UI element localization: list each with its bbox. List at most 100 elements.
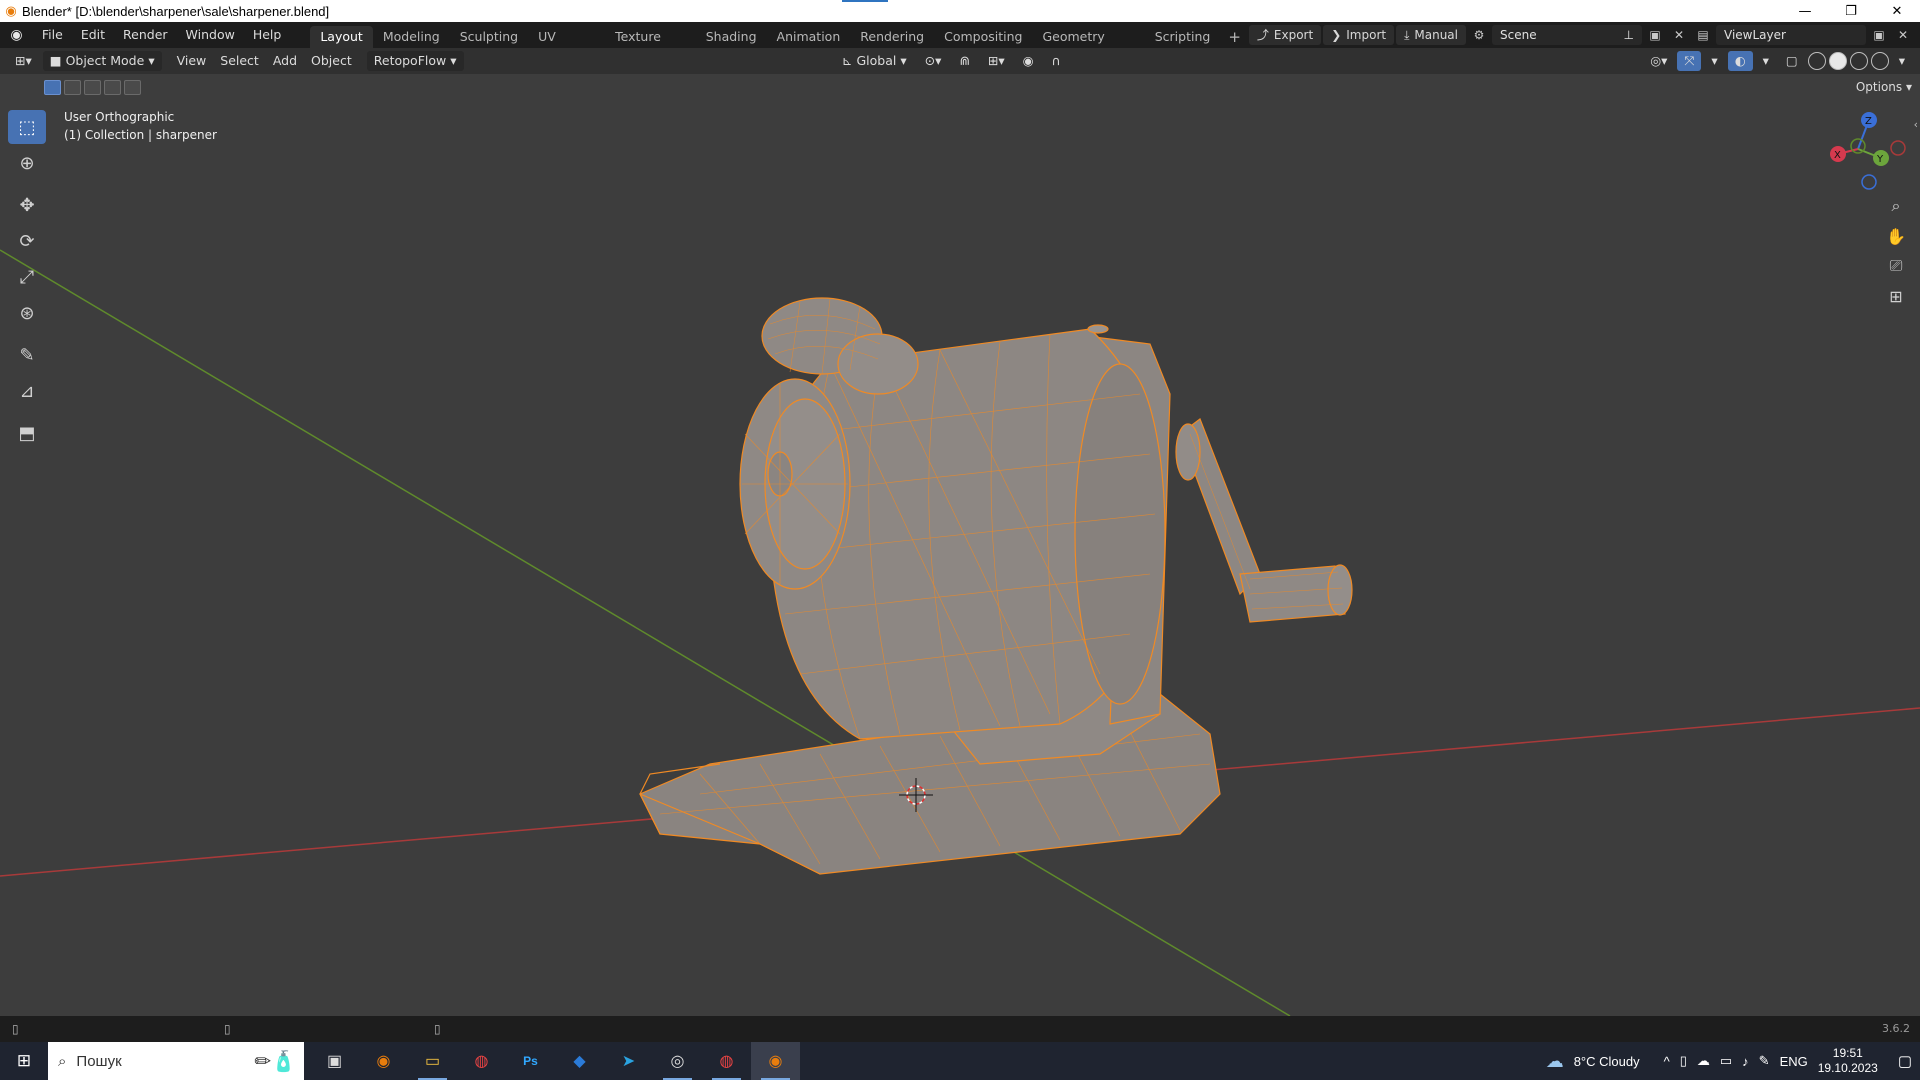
manual-button[interactable]: ⤓ Manual — [1396, 25, 1466, 45]
material-shading-icon[interactable] — [1849, 52, 1868, 70]
pivot-point-icon[interactable]: ⊙▾ — [918, 51, 949, 71]
overlays-toggle-icon[interactable]: ◐ — [1727, 51, 1753, 71]
menu-add[interactable]: Add — [266, 51, 304, 71]
restore-button[interactable]: ❐ — [1828, 0, 1874, 22]
tab-layout[interactable]: Layout — [310, 26, 373, 48]
photoshop-icon[interactable]: Ps — [506, 1042, 555, 1080]
windows-start-icon[interactable]: ⊞ — [0, 1042, 48, 1080]
webcam-app-icon[interactable]: ◎ — [653, 1042, 702, 1080]
cursor-tool-icon[interactable]: ⊕ — [8, 146, 46, 180]
tab-modeling[interactable]: Modeling — [373, 26, 450, 48]
minimize-button[interactable]: — — [1782, 0, 1828, 22]
show-hidden-icons-icon[interactable]: ^ — [1664, 1054, 1670, 1069]
tab-scripting[interactable]: Scripting — [1145, 26, 1221, 48]
menu-object[interactable]: Object — [304, 51, 359, 71]
import-button[interactable]: ❯ Import — [1323, 25, 1395, 45]
gizmo-neg-y-axis[interactable] — [1850, 138, 1866, 154]
pan-hand-icon[interactable]: ✋ — [1882, 222, 1910, 250]
select-intersect-icon[interactable] — [124, 80, 141, 95]
meet-now-icon[interactable]: ▯ — [1680, 1053, 1687, 1069]
measure-tool-icon[interactable]: ⊿ — [8, 374, 46, 408]
menu-file[interactable]: File — [33, 24, 72, 46]
gizmo-neg-z-axis[interactable] — [1861, 174, 1877, 190]
snap-target-icon[interactable]: ⊞▾ — [981, 51, 1012, 71]
add-workspace-button[interactable]: + — [1220, 26, 1249, 48]
select-subtract-icon[interactable] — [84, 80, 101, 95]
move-tool-icon[interactable]: ✥ — [8, 188, 46, 222]
weather-text[interactable]: 8°C Cloudy — [1574, 1054, 1640, 1069]
sharpener-mesh[interactable] — [639, 297, 1353, 875]
select-extend-icon[interactable] — [64, 80, 81, 95]
wireframe-shading-icon[interactable] — [1807, 52, 1826, 70]
new-view-layer-icon[interactable]: ▣ — [1868, 25, 1890, 45]
pin-icon[interactable]: ⊥ — [1624, 25, 1634, 45]
xray-toggle-icon[interactable]: ▢ — [1779, 51, 1805, 71]
chrome-profile-icon[interactable]: ◍ — [702, 1042, 751, 1080]
menu-help[interactable]: Help — [244, 24, 291, 46]
blender-app-icon[interactable]: ◉ — [359, 1042, 408, 1080]
menu-window[interactable]: Window — [177, 24, 244, 46]
snap-icon[interactable]: ⋒ — [952, 51, 976, 71]
menu-render[interactable]: Render — [114, 24, 177, 46]
tab-shading[interactable]: Shading — [696, 26, 767, 48]
tab-rendering[interactable]: Rendering — [850, 26, 934, 48]
menu-select[interactable]: Select — [213, 51, 266, 71]
gizmo-neg-x-axis[interactable] — [1890, 140, 1906, 156]
scale-tool-icon[interactable]: ⤢ — [8, 260, 46, 294]
gizmo-toggle-icon[interactable]: ⤧ — [1677, 51, 1702, 71]
delete-scene-icon[interactable]: ✕ — [1668, 25, 1690, 45]
pen-icon[interactable]: ✎ — [1759, 1053, 1770, 1069]
3d-viewport[interactable]: Z Y X User Orthographic (1) Collection |… — [0, 74, 1920, 1016]
onedrive-icon[interactable]: ☁ — [1697, 1053, 1710, 1069]
tab-uv-editing[interactable]: UV Editing — [528, 26, 605, 66]
blender-running-icon[interactable]: ◉ — [751, 1042, 800, 1080]
tab-sculpting[interactable]: Sculpting — [450, 26, 528, 48]
scene-name-field[interactable]: Scene ⊥ — [1492, 25, 1642, 45]
select-box-tool-icon[interactable]: ⬚ — [8, 110, 46, 144]
visibility-icon[interactable]: ◎▾ — [1643, 51, 1674, 71]
navigation-gizmo[interactable]: Z Y X — [1830, 112, 1906, 190]
chrome-icon[interactable]: ◍ — [457, 1042, 506, 1080]
mode-selector[interactable]: ■ Object Mode ▾ — [42, 51, 162, 71]
solid-shading-icon[interactable] — [1828, 52, 1847, 70]
select-new-icon[interactable] — [44, 80, 61, 95]
sidebar-toggle-icon[interactable]: ‹ — [1914, 118, 1918, 131]
bookmark-app-icon[interactable]: ◆ — [555, 1042, 604, 1080]
tab-texture-paint[interactable]: Texture Paint — [605, 26, 696, 66]
rendered-shading-icon[interactable] — [1870, 52, 1889, 70]
network-icon[interactable]: ▭ — [1720, 1053, 1732, 1069]
camera-view-icon[interactable]: ⎚ — [1882, 252, 1910, 280]
proportional-edit-icon[interactable]: ◉ — [1016, 51, 1041, 71]
tab-geometry-nodes[interactable]: Geometry Nodes — [1032, 26, 1144, 66]
gizmo-dropdown-icon[interactable]: ▾ — [1704, 51, 1724, 71]
tab-animation[interactable]: Animation — [767, 26, 851, 48]
select-invert-icon[interactable] — [104, 80, 121, 95]
scene-selector-icon[interactable]: ⚙ — [1468, 25, 1490, 45]
zoom-icon[interactable]: ⌕ — [1882, 192, 1910, 220]
annotate-tool-icon[interactable]: ✎ — [8, 338, 46, 372]
shading-dropdown-icon[interactable]: ▾ — [1892, 51, 1912, 71]
telegram-icon[interactable]: ➤ — [604, 1042, 653, 1080]
close-button[interactable]: ✕ — [1874, 0, 1920, 22]
delete-view-layer-icon[interactable]: ✕ — [1892, 25, 1914, 45]
language-indicator[interactable]: ENG — [1780, 1054, 1808, 1069]
transform-orientation[interactable]: ⊾ Global ▾ — [835, 51, 914, 71]
volume-icon[interactable]: ♪ — [1742, 1054, 1749, 1069]
file-explorer-icon[interactable]: ▭ — [408, 1042, 457, 1080]
rotate-tool-icon[interactable]: ⟳ — [8, 224, 46, 258]
options-dropdown[interactable]: Options ▾ — [1856, 80, 1912, 94]
transform-tool-icon[interactable]: ⊛ — [8, 296, 46, 330]
retopoflow-menu[interactable]: RetopoFlow ▾ — [366, 51, 464, 71]
new-scene-icon[interactable]: ▣ — [1644, 25, 1666, 45]
view-layer-icon[interactable]: ▤ — [1692, 25, 1714, 45]
export-button[interactable]: ⤴ Export — [1248, 25, 1322, 45]
task-view-icon[interactable]: ▣ — [310, 1042, 359, 1080]
menu-view[interactable]: View — [170, 51, 214, 71]
falloff-icon[interactable]: ∩ — [1045, 51, 1068, 71]
overlays-dropdown-icon[interactable]: ▾ — [1756, 51, 1776, 71]
blender-menu-icon[interactable]: ◉ — [0, 27, 33, 43]
menu-edit[interactable]: Edit — [72, 24, 114, 46]
clock[interactable]: 19:51 19.10.2023 — [1818, 1046, 1878, 1076]
perspective-grid-icon[interactable]: ⊞ — [1882, 282, 1910, 310]
editor-type-icon[interactable]: ⊞▾ — [8, 51, 39, 71]
